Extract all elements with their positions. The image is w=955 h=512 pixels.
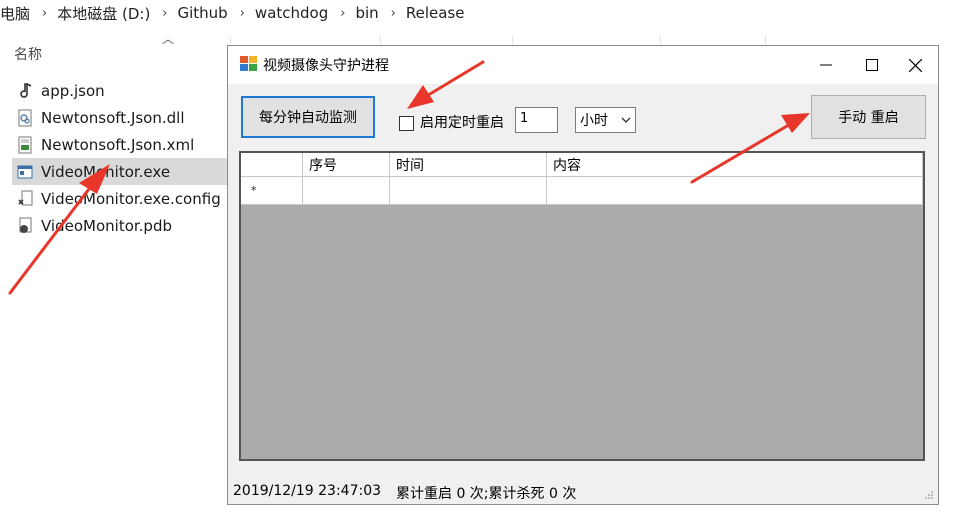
new-row-marker: * bbox=[241, 177, 303, 205]
file-name: Newtonsoft.Json.xml bbox=[41, 135, 195, 154]
chevron-right-icon[interactable]: › bbox=[240, 6, 245, 21]
grid-column-header[interactable]: 内容 bbox=[547, 153, 923, 177]
window-title: 视频摄像头守护进程 bbox=[263, 58, 389, 74]
grid-column-header[interactable]: 序号 bbox=[303, 153, 390, 177]
title-bar[interactable]: 视频摄像头守护进程 bbox=[228, 46, 938, 84]
grid-cell[interactable] bbox=[390, 177, 547, 205]
file-row-selected[interactable]: VideoMonitor.exe bbox=[12, 158, 228, 185]
timer-restart-label[interactable]: 启用定时重启 bbox=[420, 112, 504, 132]
exe-file-icon bbox=[16, 163, 34, 181]
config-file-icon bbox=[16, 190, 34, 208]
file-row[interactable]: app.json bbox=[12, 77, 228, 104]
unit-select-value: 小时 bbox=[580, 113, 608, 129]
breadcrumb-item[interactable]: Github bbox=[178, 4, 228, 22]
sort-ascending-icon: ︿ bbox=[162, 32, 175, 46]
breadcrumb-item[interactable]: 本地磁盘 (D:) bbox=[57, 3, 150, 24]
grid-row-header-corner[interactable] bbox=[241, 153, 303, 177]
file-name: VideoMonitor.exe.config bbox=[41, 189, 221, 208]
unit-select[interactable]: 小时 bbox=[575, 107, 636, 133]
manual-restart-button[interactable]: 手动 重启 bbox=[811, 95, 926, 139]
status-bar: 2019/12/19 23:47:03 累计重启 0 次;累计杀死 0 次 bbox=[228, 478, 938, 504]
grid-header: 序号 时间 内容 bbox=[241, 153, 923, 177]
resize-grip-icon[interactable] bbox=[924, 490, 934, 500]
pdb-file-icon bbox=[16, 217, 34, 235]
file-row[interactable]: Newtonsoft.Json.dll bbox=[12, 104, 228, 131]
auto-monitor-button[interactable]: 每分钟自动监测 bbox=[241, 96, 375, 138]
log-grid[interactable]: 序号 时间 内容 * bbox=[239, 151, 925, 461]
breadcrumb-item[interactable]: Release bbox=[406, 4, 465, 22]
file-row[interactable]: Newtonsoft.Json.xml bbox=[12, 131, 228, 158]
file-name: VideoMonitor.pdb bbox=[41, 216, 173, 235]
chevron-right-icon[interactable]: › bbox=[162, 6, 167, 21]
timer-restart-checkbox[interactable] bbox=[399, 116, 414, 131]
app-window: 视频摄像头守护进程 每分钟自动监测 启用定时重启 1 小时 手动 重启 序号 时… bbox=[227, 45, 939, 505]
json-file-icon bbox=[16, 82, 34, 100]
chevron-right-icon[interactable]: › bbox=[391, 6, 396, 21]
maximize-icon bbox=[866, 59, 878, 71]
file-row[interactable]: VideoMonitor.pdb bbox=[12, 212, 228, 239]
grid-column-header[interactable]: 时间 bbox=[390, 153, 547, 177]
file-row[interactable]: VideoMonitor.exe.config bbox=[12, 185, 228, 212]
close-button[interactable] bbox=[892, 46, 938, 84]
breadcrumb: 电脑 › 本地磁盘 (D:) › Github › watchdog › bin › Re… bbox=[0, 0, 472, 26]
status-counts: 累计重启 0 次;累计杀死 0 次 bbox=[396, 486, 577, 502]
xml-file-icon bbox=[16, 136, 34, 154]
chevron-down-icon bbox=[621, 117, 631, 123]
grid-cell[interactable] bbox=[303, 177, 390, 205]
interval-input[interactable]: 1 bbox=[515, 107, 558, 133]
breadcrumb-item[interactable]: watchdog bbox=[255, 4, 328, 22]
breadcrumb-item[interactable]: 电脑 bbox=[0, 3, 30, 24]
minimize-button[interactable] bbox=[803, 46, 849, 84]
minimize-icon bbox=[820, 64, 832, 66]
status-time: 2019/12/19 23:47:03 bbox=[233, 483, 382, 499]
column-header-name[interactable]: 名称 bbox=[14, 44, 42, 64]
breadcrumb-item[interactable]: bin bbox=[355, 4, 378, 22]
maximize-button[interactable] bbox=[849, 46, 895, 84]
file-name: Newtonsoft.Json.dll bbox=[41, 108, 185, 127]
chevron-right-icon[interactable]: › bbox=[340, 6, 345, 21]
file-name: VideoMonitor.exe bbox=[41, 162, 171, 181]
chevron-right-icon[interactable]: › bbox=[42, 6, 47, 21]
dll-file-icon bbox=[16, 109, 34, 127]
grid-new-row[interactable]: * bbox=[241, 177, 923, 205]
grid-cell[interactable] bbox=[547, 177, 923, 205]
app-icon bbox=[240, 56, 258, 72]
close-icon bbox=[908, 58, 922, 72]
file-name: app.json bbox=[41, 81, 105, 100]
file-list: app.json Newtonsoft.Json.dll Newtonsoft.… bbox=[12, 77, 228, 239]
